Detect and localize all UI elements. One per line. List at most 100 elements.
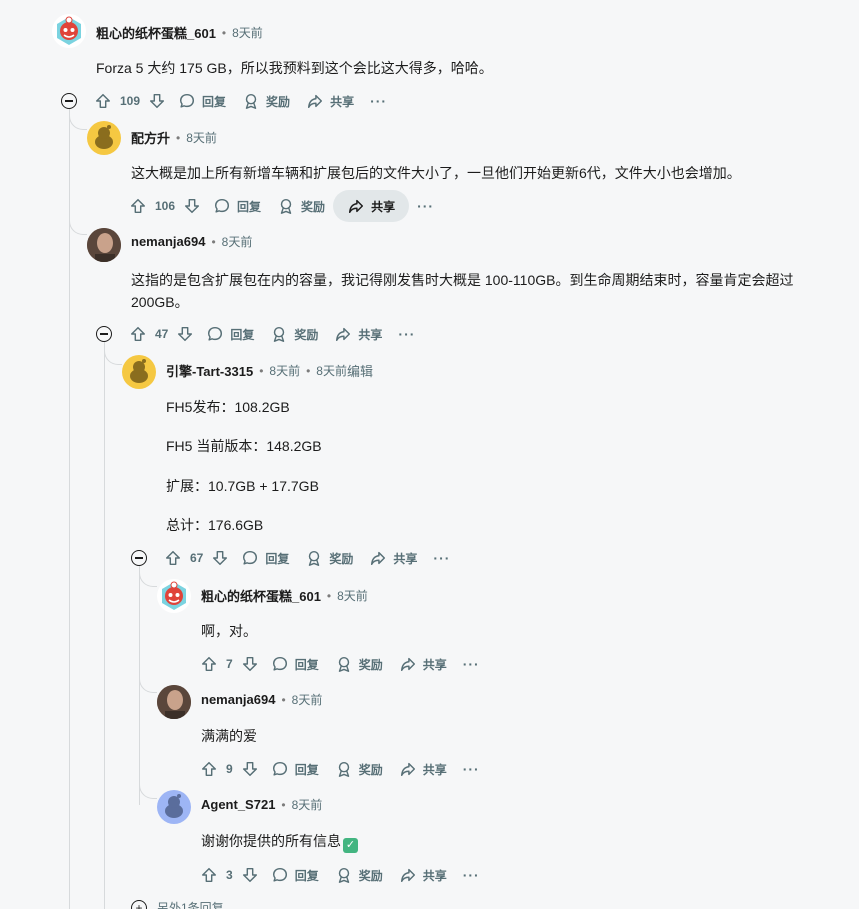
comment-text: 啊，对。 <box>201 623 257 639</box>
upvote-icon[interactable] <box>129 325 147 343</box>
more-options-button[interactable]: ··· <box>455 761 488 777</box>
reply-button[interactable]: 回复 <box>263 753 327 785</box>
vote-group: 3 <box>196 859 263 891</box>
share-button[interactable]: 共享 <box>391 648 455 680</box>
more-options-button[interactable]: ··· <box>409 198 442 214</box>
avatar[interactable] <box>157 685 191 719</box>
reply-button[interactable]: 回复 <box>198 318 262 350</box>
avatar[interactable] <box>87 228 121 262</box>
reply-button[interactable]: 回复 <box>233 542 297 574</box>
collapse-icon[interactable] <box>131 550 147 566</box>
share-button[interactable]: 共享 <box>391 753 455 785</box>
avatar[interactable] <box>122 355 156 389</box>
share-icon <box>308 94 323 109</box>
share-icon <box>400 762 415 777</box>
share-icon <box>336 327 351 342</box>
upvote-icon[interactable] <box>94 92 112 110</box>
award-icon <box>338 656 349 672</box>
award-button[interactable]: 奖励 <box>269 190 333 222</box>
award-icon <box>309 550 320 566</box>
downvote-icon[interactable] <box>176 325 194 343</box>
expand-icon: + <box>131 899 147 909</box>
avatar[interactable] <box>157 579 191 613</box>
username[interactable]: 配方升 <box>131 128 170 147</box>
share-button[interactable]: 共享 <box>333 190 410 222</box>
username[interactable]: nemanja694 <box>201 692 275 707</box>
share-button[interactable]: 共享 <box>361 542 425 574</box>
award-button[interactable]: 奖励 <box>327 648 391 680</box>
edited-label: 编辑 <box>346 364 373 379</box>
upvote-icon[interactable] <box>200 655 218 673</box>
award-button[interactable]: 奖励 <box>327 859 391 891</box>
thread-elbow <box>69 130 87 235</box>
comment-meta: Agent_S721 • 8天前 <box>201 796 322 813</box>
username[interactable]: 引擎-Tart-3315 <box>166 361 253 380</box>
reply-button[interactable]: 回复 <box>170 85 234 117</box>
collapse-icon[interactable] <box>61 93 77 109</box>
thread-line <box>69 108 70 909</box>
timestamp[interactable]: 8天前 <box>186 129 217 146</box>
separator-dot: • <box>221 25 227 40</box>
reply-button[interactable]: 回复 <box>205 190 269 222</box>
award-icon <box>274 326 285 342</box>
share-button[interactable]: 共享 <box>391 859 455 891</box>
vote-group: 47 <box>125 318 198 350</box>
more-options-button[interactable]: ··· <box>455 867 488 883</box>
award-icon <box>338 867 349 883</box>
downvote-icon[interactable] <box>211 549 229 567</box>
share-button[interactable]: 共享 <box>326 318 390 350</box>
downvote-icon[interactable] <box>241 655 259 673</box>
avatar[interactable] <box>87 121 121 155</box>
share-icon <box>400 868 415 883</box>
user-photo-icon <box>157 685 191 719</box>
downvote-icon[interactable] <box>241 760 259 778</box>
username[interactable]: 粗心的纸杯蛋糕_601 <box>201 586 321 605</box>
more-options-button[interactable]: ··· <box>362 93 395 109</box>
timestamp[interactable]: 8天前 <box>222 233 253 250</box>
vote-count: 109 <box>120 94 141 108</box>
more-options-button[interactable]: ··· <box>425 550 458 566</box>
username[interactable]: Agent_S721 <box>201 797 275 812</box>
more-options-button[interactable]: ··· <box>390 326 423 342</box>
comment-line: FH5发布：108.2GB <box>166 399 290 415</box>
award-button[interactable]: 奖励 <box>297 542 361 574</box>
more-options-button[interactable]: ··· <box>455 656 488 672</box>
separator-dot: • <box>306 363 311 378</box>
upvote-icon[interactable] <box>200 866 218 884</box>
award-button[interactable]: 奖励 <box>327 753 391 785</box>
vote-group: 106 <box>125 190 205 222</box>
upvote-icon[interactable] <box>164 549 182 567</box>
downvote-icon[interactable] <box>241 866 259 884</box>
timestamp[interactable]: 8天前 <box>269 362 300 379</box>
timestamp[interactable]: 8天前 <box>292 796 323 813</box>
vote-count: 67 <box>190 551 204 565</box>
comment-icon <box>272 867 287 882</box>
reply-button[interactable]: 回复 <box>263 859 327 891</box>
separator-dot: • <box>281 692 286 707</box>
reply-button[interactable]: 回复 <box>263 648 327 680</box>
avatar[interactable] <box>157 790 191 824</box>
upvote-icon[interactable] <box>129 197 147 215</box>
comment-icon <box>272 761 287 776</box>
timestamp[interactable]: 8天前 <box>232 24 263 41</box>
downvote-icon[interactable] <box>148 92 166 110</box>
separator-dot: • <box>259 363 264 378</box>
comment-text: 满满的爱 <box>201 728 257 744</box>
vote-count: 7 <box>226 657 233 671</box>
more-replies-link[interactable]: + 另外1条回复 <box>131 899 224 909</box>
downvote-icon[interactable] <box>183 197 201 215</box>
share-button[interactable]: 共享 <box>298 85 362 117</box>
default-snoo-icon <box>165 794 183 818</box>
avatar[interactable] <box>52 14 86 48</box>
username[interactable]: 粗心的纸杯蛋糕_601 <box>96 23 216 42</box>
collapse-icon[interactable] <box>96 326 112 342</box>
upvote-icon[interactable] <box>200 760 218 778</box>
comment-text: Forza 5 大约 175 GB，所以我预料到这个会比这大得多，哈哈。 <box>96 60 493 76</box>
thread-line <box>104 340 105 909</box>
timestamp[interactable]: 8天前 <box>337 587 368 604</box>
username[interactable]: nemanja694 <box>131 234 205 249</box>
thread-elbow <box>139 693 157 799</box>
award-button[interactable]: 奖励 <box>262 318 326 350</box>
award-button[interactable]: 奖励 <box>234 85 298 117</box>
timestamp[interactable]: 8天前 <box>292 691 323 708</box>
